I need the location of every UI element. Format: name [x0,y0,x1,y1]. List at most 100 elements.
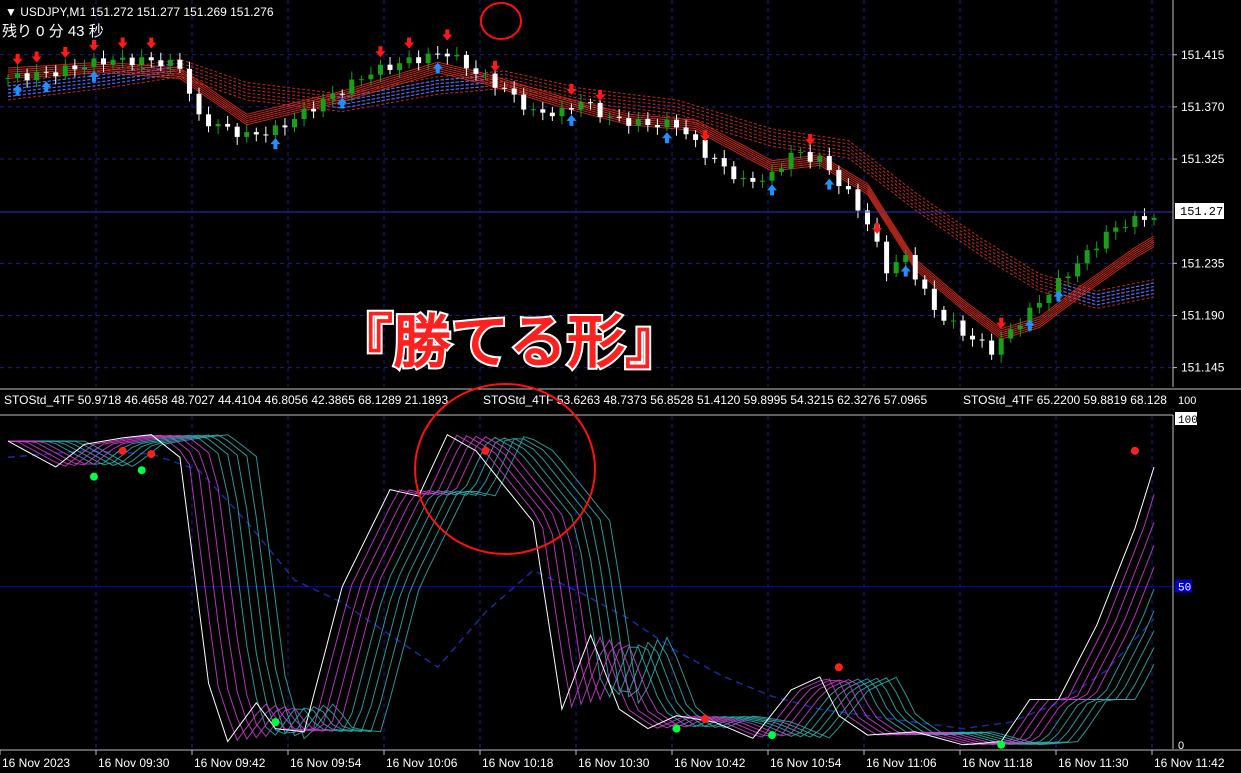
candle-body [788,152,794,169]
candle-body [72,65,78,70]
candle-body [989,340,995,355]
candle-body [1103,231,1109,249]
time-tick-label: 16 Nov 11:18 [962,756,1033,770]
candle-body [206,114,212,127]
price-tick-label: 151.145 [1181,361,1225,375]
buy-signal-dot [768,731,776,740]
buy-signal-dot [89,472,98,481]
candle-body [1075,263,1081,277]
candle-body [645,118,651,126]
candle-body [941,309,947,321]
candle-body [1122,226,1128,228]
candle-body [798,152,804,154]
candle-body [397,63,403,70]
candle-body [683,127,689,135]
candle-body [282,125,288,128]
candle-body [884,241,890,274]
candle-body [244,132,250,137]
candle-body [253,132,259,135]
candle-body [865,210,870,225]
sell-signal-dot [701,714,710,723]
candle-body [225,123,231,127]
candle-body [616,116,622,118]
quote-readout: 151.272 151.277 151.269 151.276 [90,5,274,19]
candle-body [186,68,192,94]
candle-body [635,118,641,126]
candle-body [339,93,345,95]
price-tick-label: 151.370 [1181,100,1225,114]
candle-body [979,339,985,341]
candle-body [177,59,183,69]
time-tick-label: 16 Nov 09:30 [98,756,170,770]
candle-body [817,155,823,162]
candle-body [721,158,727,167]
candle-body [664,119,670,128]
trading-chart-canvas[interactable]: 151.415 151.370 151.325 151.235 151.190 151.1… [0,0,1241,773]
candle-body [1094,248,1100,251]
candle-body [358,79,364,81]
buy-signal-dot [271,718,280,727]
candle-body [492,73,498,88]
candle-body [903,255,909,263]
candle-body [167,59,173,67]
price-tick-label: 151.235 [1181,256,1225,270]
candle-body [435,53,441,55]
candle-body [607,116,613,118]
candle-body [320,98,326,112]
buy-signal-dot [137,466,146,475]
candle-body [292,119,297,128]
candle-body [836,170,842,187]
price-tick-label: 151.190 [1181,308,1225,322]
sell-signal-dot [118,446,127,455]
candle-body [272,125,278,136]
buy-signal-dot [997,740,1006,749]
candle-body [759,180,765,182]
candle-body [549,112,555,117]
candle-body [521,94,527,110]
candle-body [24,73,30,81]
candle-body [931,288,937,310]
candle-body [129,57,135,66]
candle-body [674,119,679,128]
candle-body [120,57,126,60]
candle-body [139,57,145,66]
candle-body [960,320,966,336]
time-tick-label: 16 Nov 09:42 [194,756,266,770]
candle-body [769,171,775,181]
candle-body [483,73,488,75]
sell-signal-dot [1130,446,1139,455]
candle-body [750,177,756,182]
candle-body [1113,227,1119,232]
buy-signal-dot [672,724,681,733]
osc-tick-50: 50 [1178,583,1191,595]
candle-body [1141,216,1147,220]
candle-body [693,134,699,140]
candle-body [578,102,584,110]
candle-body [779,168,785,172]
candle-body [998,338,1004,355]
candle-body [912,255,918,280]
candle-body [196,93,202,115]
candle-body [301,108,307,120]
candle-body [158,60,164,67]
candle-body [1151,217,1157,220]
candle-body [1065,276,1071,279]
candle-body [349,79,355,94]
time-tick-label: 16 Nov 11:06 [866,756,937,770]
candle-body [588,102,594,104]
overlay-caption: 『勝てる形』 [335,308,683,376]
candle-body [463,54,469,69]
candle-body [1046,295,1052,303]
candle-body [826,155,832,171]
candle-body [922,279,928,289]
candle-body [568,108,574,110]
candle-body [530,109,536,111]
indicator-readout-1: STOStd_4TF 50.9718 46.4658 48.7027 44.41… [4,393,448,407]
collapse-triangle-icon[interactable]: ▼ [5,5,20,19]
candle-body [91,58,97,68]
candle-body [5,77,11,79]
osc-tick-100-top: 100 [1178,395,1196,407]
time-tick-label: 16 Nov 10:18 [482,756,554,770]
candle-body [454,54,460,57]
candle-body [311,108,317,112]
